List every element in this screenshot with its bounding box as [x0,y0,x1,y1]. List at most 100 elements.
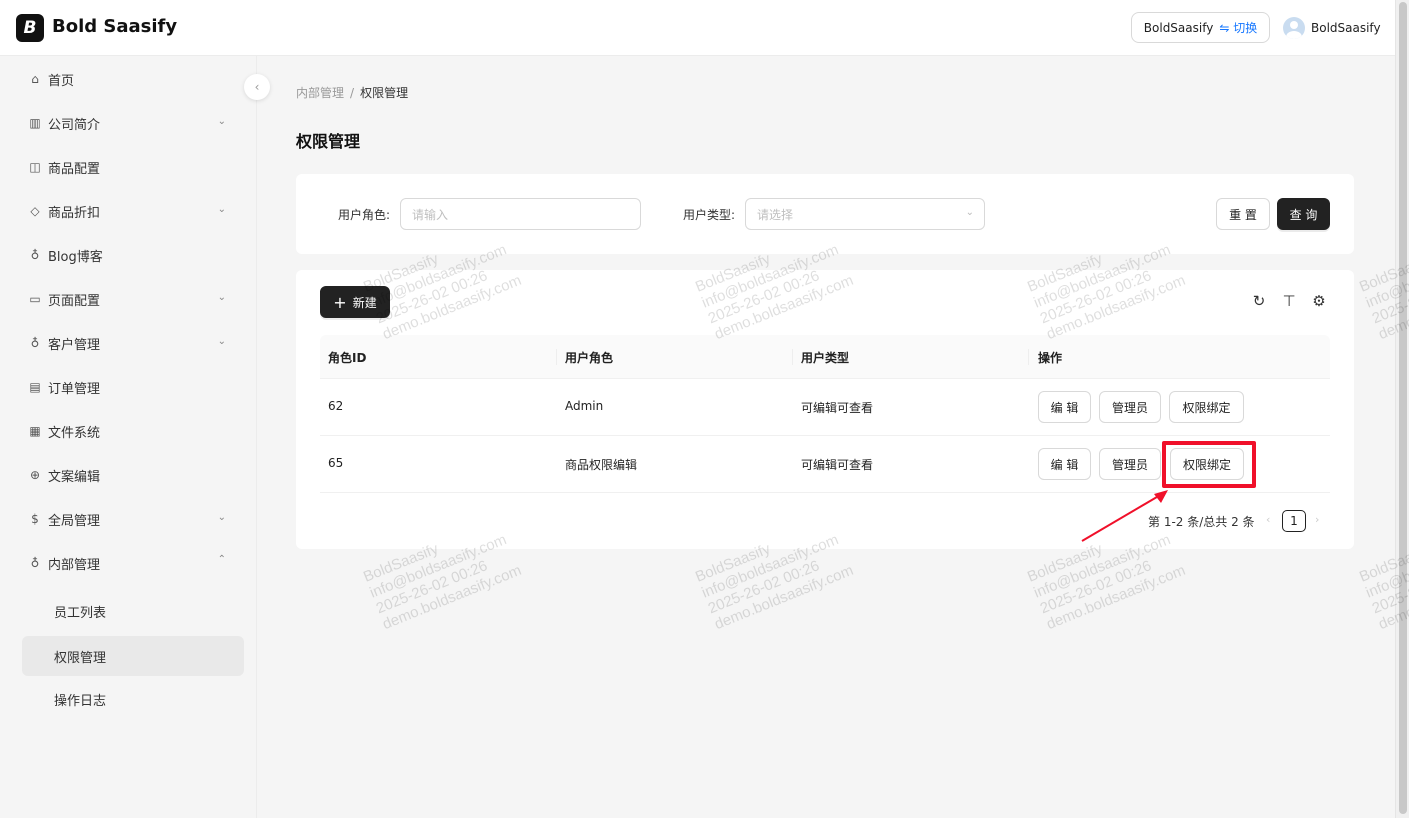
user-group-icon: ♁ [30,556,40,570]
sidebar-item-product-config[interactable]: ◫ 商品配置 [22,147,244,187]
chevron-left-icon: ‹ [254,80,260,94]
box-icon: ◫ [29,160,41,174]
reset-button[interactable]: 重 置 [1216,198,1270,230]
home-icon: ⌂ [31,72,39,86]
table-row: 62 Admin 可编辑可查看 编 辑 管理员 权限绑定 [320,379,1330,436]
sidebar-item-blog[interactable]: ♁ Blog博客 [22,235,244,275]
sidebar-item-home[interactable]: ⌂ 首页 [22,59,244,99]
sidebar-item-label: 首页 [48,73,75,89]
scrollbar-thumb[interactable] [1399,2,1407,814]
chevron-down-icon: ⌄ [217,116,226,127]
column-header: 操作 [1038,351,1063,365]
page-number[interactable]: 1 [1282,510,1306,532]
sidebar-item-global[interactable]: $ 全局管理 ⌄ [22,499,244,539]
chevron-down-icon: ⌄ [965,207,974,218]
chevron-up-icon: ⌃ [217,554,226,565]
tenant-switch-button[interactable]: BoldSaasify ⇋ 切换 [1131,12,1270,43]
building-icon: ▥ [29,116,41,130]
cell-role: Admin [565,399,604,413]
chevron-down-icon: ⌄ [217,336,226,347]
table-card: + 新建 ↻ ⊤ ⚙ 角色ID 用户角色 用户类型 操作 62 Admin 可编… [296,270,1354,549]
annotation-arrow-icon [1081,490,1168,542]
sidebar-item-files[interactable]: ▦ 文件系统 [22,411,244,451]
vertical-scrollbar[interactable] [1395,0,1409,818]
edit-button[interactable]: 编 辑 [1038,391,1091,423]
role-input[interactable]: 请输入 [400,198,641,230]
admin-button[interactable]: 管理员 [1099,448,1161,480]
role-placeholder: 请输入 [412,207,449,222]
cell-role: 商品权限编辑 [565,458,638,472]
chevron-down-icon: ⌄ [217,512,226,523]
cell-id: 62 [328,399,344,413]
next-page-icon[interactable]: › [1315,513,1319,526]
logo-icon[interactable]: B [16,14,44,42]
team-icon: ♁ [30,336,40,350]
sidebar-item-company[interactable]: ▥ 公司简介 ⌄ [22,103,244,143]
sidebar-item-label: 权限管理 [54,650,107,666]
sidebar-item-label: 操作日志 [54,693,107,709]
new-button[interactable]: + 新建 [320,286,390,318]
cell-id: 65 [328,456,344,470]
sidebar-item-label: 文件系统 [48,425,101,441]
query-button[interactable]: 查 询 [1277,198,1330,230]
sidebar-item-label: 公司简介 [48,117,101,133]
sidebar-item-customers[interactable]: ♁ 客户管理 ⌄ [22,323,244,363]
sidebar-item-label: 订单管理 [48,381,101,397]
sidebar-item-internal[interactable]: ♁ 内部管理 ⌃ [22,543,244,583]
table-header: 角色ID 用户角色 用户类型 操作 [320,335,1330,379]
density-icon[interactable]: ⊤ [1280,292,1298,310]
avatar [1283,17,1305,39]
bind-permission-button[interactable]: 权限绑定 [1169,391,1244,423]
new-label: 新建 [352,295,377,310]
type-select[interactable]: 请选择 ⌄ [745,198,985,230]
tag-icon: ◇ [30,204,40,218]
type-label: 用户类型: [683,208,736,222]
collapse-sidebar-button[interactable]: ‹ [244,74,270,100]
sidebar-item-permissions[interactable]: 权限管理 [22,636,244,676]
column-divider [1028,349,1029,365]
column-divider [556,349,557,365]
sidebar-item-orders[interactable]: ▤ 订单管理 [22,367,244,407]
sidebar-item-discount[interactable]: ◇ 商品折扣 ⌄ [22,191,244,231]
sidebar-item-page-config[interactable]: ▭ 页面配置 ⌄ [22,279,244,319]
chevron-down-icon: ⌄ [217,204,226,215]
sidebar-item-label: 全局管理 [48,513,101,529]
sidebar-item-label: 商品折扣 [48,205,101,221]
sidebar-item-label: 员工列表 [54,605,107,621]
breadcrumb: 内部管理 / 权限管理 [296,84,408,101]
dollar-icon: $ [31,512,39,526]
column-header: 用户角色 [565,351,614,365]
sidebar-item-label: Blog博客 [48,249,103,265]
column-divider [792,349,793,365]
sidebar-item-employees[interactable]: 员工列表 [22,591,244,631]
cell-type: 可编辑可查看 [801,401,874,415]
search-form: 用户角色: 请输入 用户类型: 请选择 ⌄ 重 置 查 询 [296,174,1354,254]
sidebar-item-label: 客户管理 [48,337,101,353]
sidebar-item-logs[interactable]: 操作日志 [22,679,244,719]
plus-icon: + [333,292,347,312]
tenant-name: BoldSaasify [1143,20,1214,35]
highlight-box [1162,441,1256,488]
admin-button[interactable]: 管理员 [1099,391,1161,423]
sidebar-item-label: 内部管理 [48,557,101,573]
globe-icon: ⊕ [29,468,41,482]
top-header: B Bold Saasify BoldSaasify ⇋ 切换 BoldSaas… [0,0,1395,56]
chevron-down-icon: ⌄ [217,292,226,303]
app-name[interactable]: Bold Saasify [52,16,177,37]
page-title: 权限管理 [296,132,361,151]
sidebar-item-label: 页面配置 [48,293,101,309]
type-placeholder: 请选择 [757,207,794,222]
users-icon: ♁ [30,248,40,262]
file-icon: ▤ [29,380,41,394]
sidebar-item-copywriting[interactable]: ⊕ 文案编辑 [22,455,244,495]
user-menu[interactable]: BoldSaasify [1283,17,1381,39]
breadcrumb-parent[interactable]: 内部管理 [296,86,344,100]
refresh-icon[interactable]: ↻ [1250,292,1268,310]
cell-type: 可编辑可查看 [801,458,874,472]
settings-icon[interactable]: ⚙ [1310,292,1328,310]
prev-page-icon[interactable]: ‹ [1266,513,1270,526]
edit-button[interactable]: 编 辑 [1038,448,1091,480]
column-header: 用户类型 [801,351,850,365]
column-header: 角色ID [328,351,367,365]
monitor-icon: ▭ [29,292,41,306]
